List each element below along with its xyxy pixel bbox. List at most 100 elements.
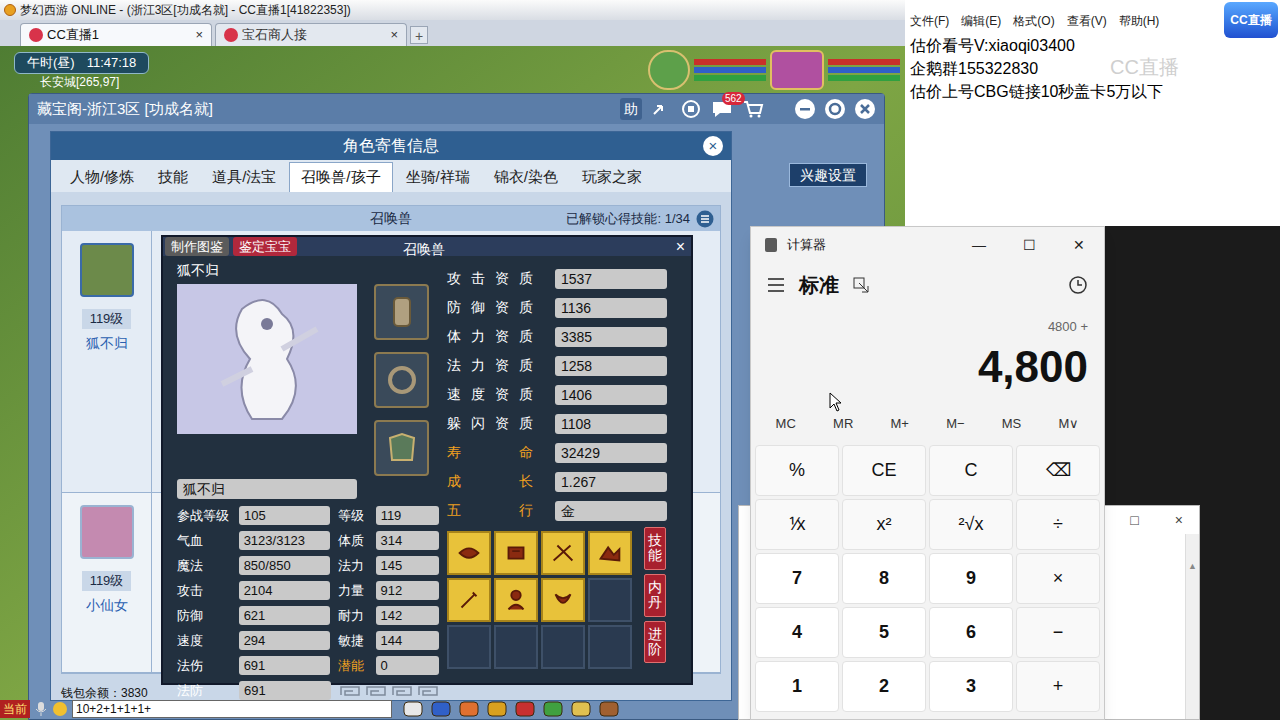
- card-button[interactable]: 制作图鉴: [165, 237, 229, 256]
- sale-tab[interactable]: 人物/修炼: [59, 162, 145, 192]
- emoji-icon[interactable]: [52, 701, 68, 717]
- calculator-key[interactable]: 7: [755, 553, 839, 604]
- memory-button[interactable]: MS: [1002, 414, 1022, 434]
- calculator-key[interactable]: 1: [755, 661, 839, 712]
- toolbar-icon[interactable]: [542, 700, 564, 718]
- portrait[interactable]: [648, 50, 690, 90]
- calculator-key[interactable]: 5: [842, 607, 926, 658]
- menu-icon[interactable]: [696, 210, 714, 228]
- keep-on-top-icon[interactable]: [853, 277, 869, 293]
- browser-tab[interactable]: 宝石商人接×: [215, 23, 407, 46]
- menu-item[interactable]: 查看(V): [1067, 12, 1107, 30]
- memory-button[interactable]: MR: [833, 414, 853, 434]
- calculator-key[interactable]: 4: [755, 607, 839, 658]
- window-control[interactable]: ☐: [1004, 227, 1054, 263]
- close-button[interactable]: ×: [1175, 510, 1183, 531]
- sale-tab[interactable]: 锦衣/染色: [483, 162, 569, 192]
- new-tab-button[interactable]: +: [410, 26, 428, 44]
- menu-item[interactable]: 帮助(H): [1119, 12, 1160, 30]
- share-icon[interactable]: [650, 98, 672, 120]
- calculator-key[interactable]: %: [755, 445, 839, 496]
- scrollbar[interactable]: ▲: [1185, 534, 1199, 719]
- cart-icon[interactable]: [742, 98, 764, 120]
- stop-icon[interactable]: [680, 98, 702, 120]
- calculator-key[interactable]: ⌫: [1016, 445, 1100, 496]
- skill-slot[interactable]: [494, 578, 538, 622]
- calculator-key[interactable]: 9: [929, 553, 1013, 604]
- memory-button[interactable]: M∨: [1058, 414, 1079, 434]
- hamburger-icon[interactable]: [767, 278, 785, 292]
- toolbar-icon[interactable]: [570, 700, 592, 718]
- tab-close[interactable]: ×: [195, 25, 203, 45]
- pet-list-item[interactable]: 119级狐不归: [62, 231, 152, 492]
- equipment-slot[interactable]: [374, 352, 429, 408]
- skill-slot[interactable]: [494, 531, 538, 575]
- window-control[interactable]: —: [954, 227, 1004, 263]
- sale-tab[interactable]: 召唤兽/孩子: [289, 162, 392, 192]
- toolbar-icon[interactable]: [486, 700, 508, 718]
- skill-slot[interactable]: [588, 625, 632, 669]
- calculator-key[interactable]: C: [929, 445, 1013, 496]
- minimize-icon[interactable]: [794, 98, 816, 120]
- tab-close[interactable]: ×: [390, 25, 398, 45]
- calculator-key[interactable]: CE: [842, 445, 926, 496]
- sale-tab[interactable]: 玩家之家: [571, 162, 653, 192]
- calculator-key[interactable]: ×: [1016, 553, 1100, 604]
- calculator-key[interactable]: x²: [842, 499, 926, 550]
- card-close-button[interactable]: ×: [676, 238, 685, 256]
- browser-tab[interactable]: CC直播1×: [20, 23, 212, 46]
- pet-list-item[interactable]: 119级小仙女: [62, 493, 152, 672]
- skill-slot[interactable]: [541, 578, 585, 622]
- panel-close-button[interactable]: ×: [703, 136, 723, 156]
- memory-button[interactable]: MC: [776, 414, 796, 434]
- calculator-key[interactable]: +: [1016, 661, 1100, 712]
- toolbar-icon[interactable]: [402, 700, 424, 718]
- equipment-slot[interactable]: [374, 284, 429, 340]
- history-icon[interactable]: [1068, 275, 1088, 295]
- card-button[interactable]: 鉴定宝宝: [233, 237, 297, 256]
- toolbar-icon[interactable]: [430, 700, 452, 718]
- skill-slot[interactable]: [541, 531, 585, 575]
- side-button[interactable]: 技能: [644, 527, 666, 570]
- toolbar-icon[interactable]: [458, 700, 480, 718]
- notepad-text[interactable]: 估价看号V:xiaoqi03400企鹅群155322830估价上号CBG链接10…: [905, 32, 1280, 103]
- portrait[interactable]: [770, 50, 824, 90]
- sale-tab[interactable]: 技能: [147, 162, 199, 192]
- menu-item[interactable]: 文件(F): [910, 12, 949, 30]
- skill-slot[interactable]: [588, 578, 632, 622]
- skill-slot[interactable]: [447, 531, 491, 575]
- chat-channel[interactable]: 当前: [0, 700, 30, 718]
- sale-tab[interactable]: 坐骑/祥瑞: [395, 162, 481, 192]
- interest-button[interactable]: 兴趣设置: [789, 163, 867, 187]
- menu-item[interactable]: 格式(O): [1013, 12, 1054, 30]
- memory-button[interactable]: M−: [946, 414, 964, 434]
- help-button[interactable]: 助: [620, 98, 642, 120]
- toolbar-icon[interactable]: [514, 700, 536, 718]
- maximize-button[interactable]: □: [1130, 510, 1138, 531]
- menu-item[interactable]: 编辑(E): [961, 12, 1001, 30]
- skill-slot[interactable]: [447, 578, 491, 622]
- toolbar-icon[interactable]: [598, 700, 620, 718]
- side-button[interactable]: 进阶: [644, 621, 666, 664]
- calculator-key[interactable]: −: [1016, 607, 1100, 658]
- gear-icon[interactable]: [824, 98, 846, 120]
- calculator-key[interactable]: 2: [842, 661, 926, 712]
- sale-tab[interactable]: 道具/法宝: [201, 162, 287, 192]
- window-control[interactable]: ✕: [1054, 227, 1104, 263]
- memory-button[interactable]: M+: [890, 414, 908, 434]
- pet-name-field[interactable]: 狐不归: [177, 479, 357, 499]
- skill-slot[interactable]: [494, 625, 538, 669]
- calculator-key[interactable]: ÷: [1016, 499, 1100, 550]
- calculator-key[interactable]: ²√x: [929, 499, 1013, 550]
- calculator-key[interactable]: ⅟x: [755, 499, 839, 550]
- calculator-key[interactable]: 3: [929, 661, 1013, 712]
- skill-slot[interactable]: [447, 625, 491, 669]
- close-icon[interactable]: [854, 98, 876, 120]
- chat-input[interactable]: 10+2+1+1+1+: [72, 700, 392, 718]
- calculator-key[interactable]: 6: [929, 607, 1013, 658]
- skill-slot[interactable]: [541, 625, 585, 669]
- side-button[interactable]: 内丹: [644, 574, 666, 617]
- equipment-slot[interactable]: [374, 420, 429, 476]
- skill-slot[interactable]: [588, 531, 632, 575]
- mic-icon[interactable]: [34, 701, 48, 717]
